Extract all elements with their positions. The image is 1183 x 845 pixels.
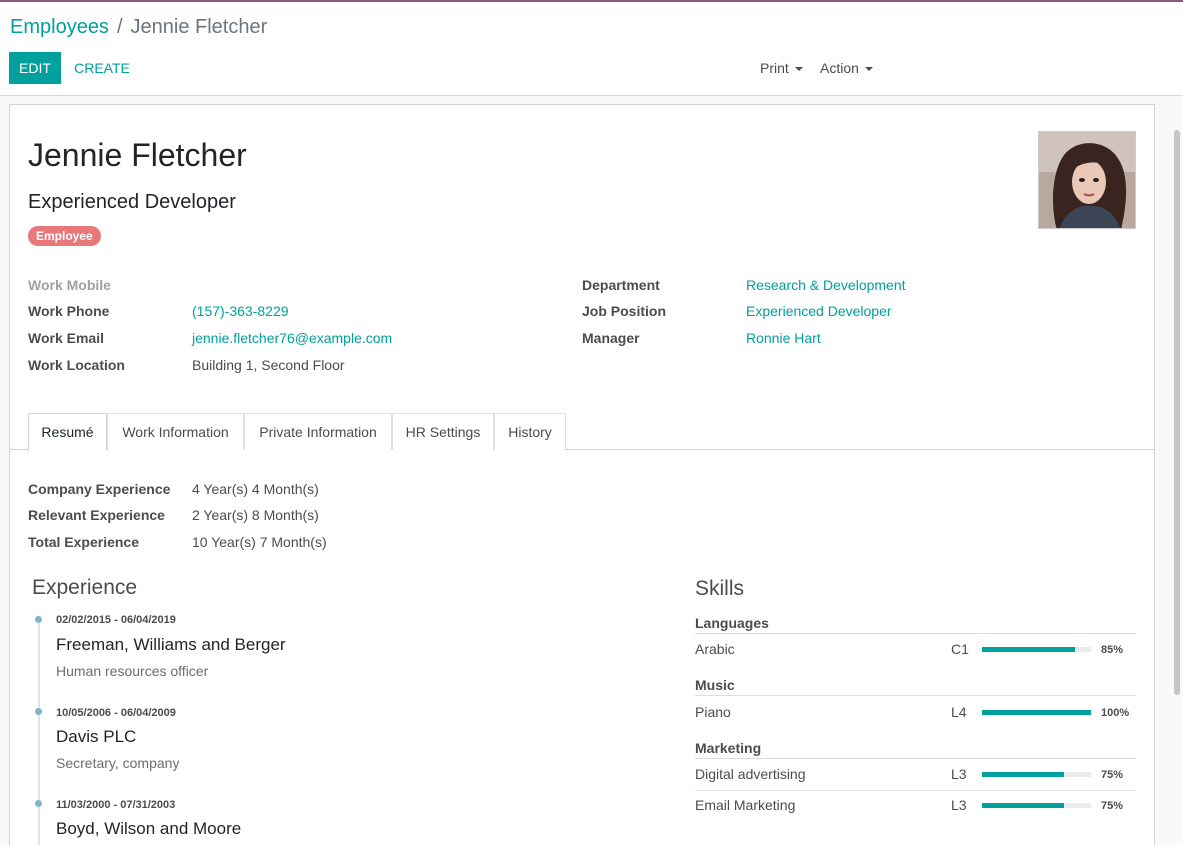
skill-progress-fill (982, 772, 1064, 777)
tab-history[interactable]: History (494, 413, 566, 450)
employee-tag-badge: Employee (28, 226, 101, 246)
department-link[interactable]: Research & Development (746, 277, 906, 293)
skill-progress-fill (982, 647, 1075, 652)
skill-percent: 75% (1101, 800, 1124, 812)
action-dropdown[interactable]: Action (820, 60, 873, 76)
timeline-dot (35, 616, 42, 623)
control-panel: Employees / Jennie Fletcher EDIT CREATE Pr… (0, 2, 1183, 96)
work-phone-link[interactable]: (157)-363-8229 (192, 303, 289, 319)
tab-resume[interactable]: Resumé (28, 413, 107, 451)
company-experience-value: 4 Year(s) 4 Month(s) (192, 481, 319, 497)
relevant-experience-label: Relevant Experience (28, 507, 165, 523)
work-email-link[interactable]: jennie.fletcher76@example.com (192, 330, 392, 346)
timeline-dot (35, 708, 42, 715)
work-location-label: Work Location (28, 357, 125, 373)
skill-row-divider (695, 790, 1136, 791)
employee-form-sheet: Jennie Fletcher Experienced Developer Em… (9, 104, 1155, 845)
skill-progress-bar (982, 710, 1091, 715)
skill-row[interactable]: Email Marketing L3 75% (695, 797, 1136, 821)
notebook-tabs: Resumé Work Information Private Informat… (10, 413, 1154, 451)
work-phone-label: Work Phone (28, 303, 110, 319)
employee-avatar[interactable] (1038, 131, 1136, 229)
skill-group-marketing: Marketing (695, 740, 1136, 759)
experience-dates: 10/05/2006 - 06/04/2009 (56, 707, 176, 719)
skill-group-music: Music (695, 677, 1136, 696)
print-label: Print (760, 60, 789, 76)
skill-level: L3 (951, 797, 967, 813)
breadcrumb-employees-link[interactable]: Employees (10, 16, 109, 38)
breadcrumb-current: Jennie Fletcher (130, 16, 268, 38)
work-location-value: Building 1, Second Floor (192, 357, 345, 373)
avatar-photo (1039, 132, 1135, 228)
skill-row[interactable]: Arabic C1 85% (695, 641, 1136, 665)
breadcrumb: Employees / Jennie Fletcher (10, 16, 267, 39)
experience-dates: 11/03/2000 - 07/31/2003 (56, 799, 176, 811)
manager-label: Manager (582, 330, 640, 346)
experience-company[interactable]: Freeman, Williams and Berger (56, 635, 286, 655)
skill-level: L4 (951, 704, 967, 720)
company-experience-label: Company Experience (28, 481, 171, 497)
experience-section-title: Experience (32, 576, 138, 599)
employee-job-title: Experienced Developer (28, 191, 236, 213)
job-position-link[interactable]: Experienced Developer (746, 303, 892, 319)
skill-level: C1 (951, 641, 969, 657)
skill-progress-bar (982, 647, 1091, 652)
skill-name: Digital advertising (695, 766, 806, 782)
department-label: Department (582, 277, 660, 293)
work-mobile-label: Work Mobile (28, 277, 111, 293)
relevant-experience-value: 2 Year(s) 8 Month(s) (192, 507, 319, 523)
job-position-label: Job Position (582, 303, 666, 319)
employee-name: Jennie Fletcher (28, 137, 247, 173)
skill-percent: 75% (1101, 769, 1124, 781)
skill-progress-fill (982, 803, 1064, 808)
skill-level: L3 (951, 766, 967, 782)
caret-down-icon (864, 67, 873, 72)
tab-hr-settings[interactable]: HR Settings (392, 413, 494, 450)
work-email-label: Work Email (28, 330, 104, 346)
total-experience-label: Total Experience (28, 534, 140, 550)
skill-row[interactable]: Piano L4 100% (695, 704, 1136, 728)
edit-button[interactable]: EDIT (9, 52, 61, 84)
skill-name: Arabic (695, 641, 735, 657)
experience-company[interactable]: Davis PLC (56, 727, 136, 747)
create-button[interactable]: CREATE (66, 52, 138, 84)
experience-description: Secretary, company (56, 755, 180, 771)
skill-progress-bar (982, 803, 1091, 808)
breadcrumb-separator: / (116, 16, 123, 38)
skill-name: Email Marketing (695, 797, 796, 813)
tab-private-information[interactable]: Private Information (244, 413, 392, 450)
skill-group-languages: Languages (695, 615, 1136, 634)
skill-percent: 100% (1101, 707, 1130, 719)
total-experience-value: 10 Year(s) 7 Month(s) (192, 534, 327, 550)
skills-section-title: Skills (695, 577, 745, 600)
experience-description: Human resources officer (56, 663, 209, 679)
skill-progress-bar (982, 772, 1091, 777)
action-label: Action (820, 60, 859, 76)
timeline-dot (35, 800, 42, 807)
page-scrollbar[interactable] (1174, 130, 1180, 695)
print-dropdown[interactable]: Print (760, 60, 803, 76)
experience-company[interactable]: Boyd, Wilson and Moore (56, 819, 241, 839)
caret-down-icon (794, 67, 803, 72)
timeline-line (38, 619, 40, 845)
skill-percent: 85% (1101, 644, 1124, 656)
skill-progress-fill (982, 710, 1091, 715)
manager-link[interactable]: Ronnie Hart (746, 330, 821, 346)
skill-row[interactable]: Digital advertising L3 75% (695, 766, 1136, 790)
skill-name: Piano (695, 704, 731, 720)
experience-dates: 02/02/2015 - 06/04/2019 (56, 614, 176, 626)
tab-work-information[interactable]: Work Information (107, 413, 244, 450)
